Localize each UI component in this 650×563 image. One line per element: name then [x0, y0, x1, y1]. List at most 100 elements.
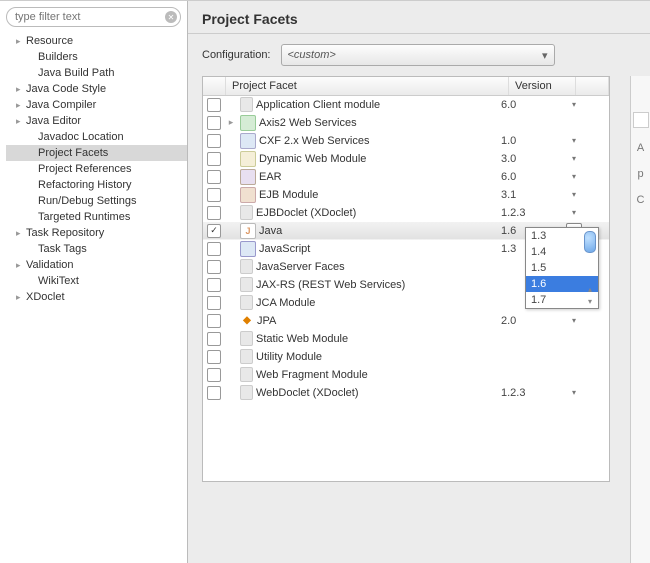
col-facet[interactable]: Project Facet — [226, 77, 509, 95]
nav-item-validation[interactable]: ▸Validation — [6, 257, 187, 273]
scroll-down-icon[interactable]: ▾ — [583, 295, 597, 307]
facet-name: JavaScript — [259, 243, 310, 255]
version-dropdown-button[interactable]: ▾ — [572, 316, 576, 325]
facet-checkbox[interactable] — [207, 314, 221, 328]
cxf-icon — [240, 133, 256, 149]
nav-item-label: Resource — [26, 33, 73, 49]
js-icon — [240, 241, 256, 257]
facet-checkbox[interactable] — [207, 368, 221, 382]
nav-item-wikitext[interactable]: WikiText — [6, 273, 187, 289]
facet-name: EJBDoclet (XDoclet) — [256, 207, 356, 219]
configuration-label: Configuration: — [202, 49, 271, 61]
facet-row[interactable]: CXF 2.x Web Services1.0▾ — [203, 132, 609, 150]
facet-version — [501, 348, 561, 365]
facet-checkbox[interactable] — [207, 170, 221, 184]
facet-row[interactable]: ▸Axis2 Web Services — [203, 114, 609, 132]
col-checkbox — [203, 77, 226, 95]
version-dropdown-button[interactable]: ▾ — [572, 154, 576, 163]
nav-item-builders[interactable]: Builders — [6, 49, 187, 65]
tree-twisty-icon[interactable]: ▸ — [16, 257, 26, 273]
facet-row[interactable]: Static Web Module — [203, 330, 609, 348]
nav-item-label: Builders — [38, 49, 78, 65]
facet-checkbox[interactable] — [207, 278, 221, 292]
filter-input[interactable] — [13, 10, 162, 24]
nav-item-targeted-runtimes[interactable]: Targeted Runtimes — [6, 209, 187, 225]
facet-row[interactable]: Dynamic Web Module3.0▾ — [203, 150, 609, 168]
facet-version: 1.2.3 — [501, 384, 561, 401]
nav-item-resource[interactable]: ▸Resource — [6, 33, 187, 49]
doc-icon — [240, 97, 253, 112]
filter-field[interactable]: ✕ — [6, 7, 181, 27]
facet-name: EAR — [259, 171, 282, 183]
doc-icon — [240, 277, 253, 292]
facet-checkbox[interactable] — [207, 206, 221, 220]
nav-item-javadoc-location[interactable]: Javadoc Location — [6, 129, 187, 145]
scrollbar-thumb[interactable] — [584, 231, 596, 253]
nav-item-java-build-path[interactable]: Java Build Path — [6, 65, 187, 81]
facet-checkbox[interactable] — [207, 116, 221, 130]
row-twisty-icon[interactable]: ▸ — [225, 117, 237, 128]
facet-row[interactable]: Utility Module — [203, 348, 609, 366]
right-panel-icon[interactable] — [633, 112, 649, 128]
facet-checkbox[interactable] — [207, 98, 221, 112]
facet-checkbox[interactable] — [207, 260, 221, 274]
version-dropdown-button[interactable]: ▾ — [572, 190, 576, 199]
facet-name: WebDoclet (XDoclet) — [256, 387, 359, 399]
nav-item-task-repository[interactable]: ▸Task Repository — [6, 225, 187, 241]
dropdown-scrollbar[interactable]: ▴ ▾ — [583, 229, 597, 307]
facet-row[interactable]: EJBDoclet (XDoclet)1.2.3▾ — [203, 204, 609, 222]
nav-item-project-facets[interactable]: Project Facets — [6, 145, 187, 161]
facets-table: Project Facet Version Application Client… — [202, 76, 610, 482]
facet-checkbox[interactable] — [207, 242, 221, 256]
tree-twisty-icon[interactable]: ▸ — [16, 225, 26, 241]
facet-checkbox[interactable] — [207, 188, 221, 202]
configuration-value: <custom> — [288, 49, 336, 61]
col-version[interactable]: Version — [509, 77, 576, 95]
doc-icon — [240, 295, 253, 310]
nav-item-label: XDoclet — [26, 289, 65, 305]
facet-row[interactable]: EAR6.0▾ — [203, 168, 609, 186]
nav-item-xdoclet[interactable]: ▸XDoclet — [6, 289, 187, 305]
facet-checkbox[interactable]: ✓ — [207, 224, 221, 238]
version-dropdown-button[interactable]: ▾ — [572, 388, 576, 397]
nav-item-task-tags[interactable]: Task Tags — [6, 241, 187, 257]
nav-item-refactoring-history[interactable]: Refactoring History — [6, 177, 187, 193]
nav-item-java-editor[interactable]: ▸Java Editor — [6, 113, 187, 129]
version-dropdown-button[interactable]: ▾ — [572, 172, 576, 181]
facet-name: JCA Module — [256, 297, 315, 309]
facet-name: Web Fragment Module — [256, 369, 368, 381]
tree-twisty-icon[interactable]: ▸ — [16, 113, 26, 129]
tree-twisty-icon[interactable]: ▸ — [16, 97, 26, 113]
tree-twisty-icon[interactable]: ▸ — [16, 289, 26, 305]
configuration-select[interactable]: <custom> — [281, 44, 555, 66]
clear-filter-icon[interactable]: ✕ — [165, 11, 177, 23]
facet-row[interactable]: ◆JPA2.0▾ — [203, 312, 609, 330]
tree-twisty-icon[interactable]: ▸ — [16, 33, 26, 49]
facet-version: 2.0 — [501, 312, 561, 329]
divider — [188, 33, 650, 34]
version-dropdown[interactable]: 1.31.41.51.61.7 ▴ ▾ — [525, 227, 599, 309]
facet-row[interactable]: EJB Module3.1▾ — [203, 186, 609, 204]
nav-item-label: WikiText — [38, 273, 79, 289]
facet-checkbox[interactable] — [207, 386, 221, 400]
scroll-up-icon[interactable]: ▴ — [583, 283, 597, 295]
version-dropdown-button[interactable]: ▾ — [572, 208, 576, 217]
facet-name: Utility Module — [256, 351, 322, 363]
version-dropdown-button[interactable]: ▾ — [572, 136, 576, 145]
nav-item-java-code-style[interactable]: ▸Java Code Style — [6, 81, 187, 97]
facet-name: Static Web Module — [256, 333, 348, 345]
facet-row[interactable]: WebDoclet (XDoclet) 1.2.3 ▾ — [203, 384, 609, 402]
facet-row[interactable]: Web Fragment Module — [203, 366, 609, 384]
facet-checkbox[interactable] — [207, 134, 221, 148]
facet-checkbox[interactable] — [207, 296, 221, 310]
doc-icon — [240, 385, 253, 400]
version-dropdown-button[interactable]: ▾ — [572, 100, 576, 109]
facet-row[interactable]: Application Client module6.0▾ — [203, 96, 609, 114]
facet-checkbox[interactable] — [207, 332, 221, 346]
nav-item-java-compiler[interactable]: ▸Java Compiler — [6, 97, 187, 113]
facet-checkbox[interactable] — [207, 350, 221, 364]
facet-checkbox[interactable] — [207, 152, 221, 166]
nav-item-project-references[interactable]: Project References — [6, 161, 187, 177]
nav-item-run-debug-settings[interactable]: Run/Debug Settings — [6, 193, 187, 209]
tree-twisty-icon[interactable]: ▸ — [16, 81, 26, 97]
